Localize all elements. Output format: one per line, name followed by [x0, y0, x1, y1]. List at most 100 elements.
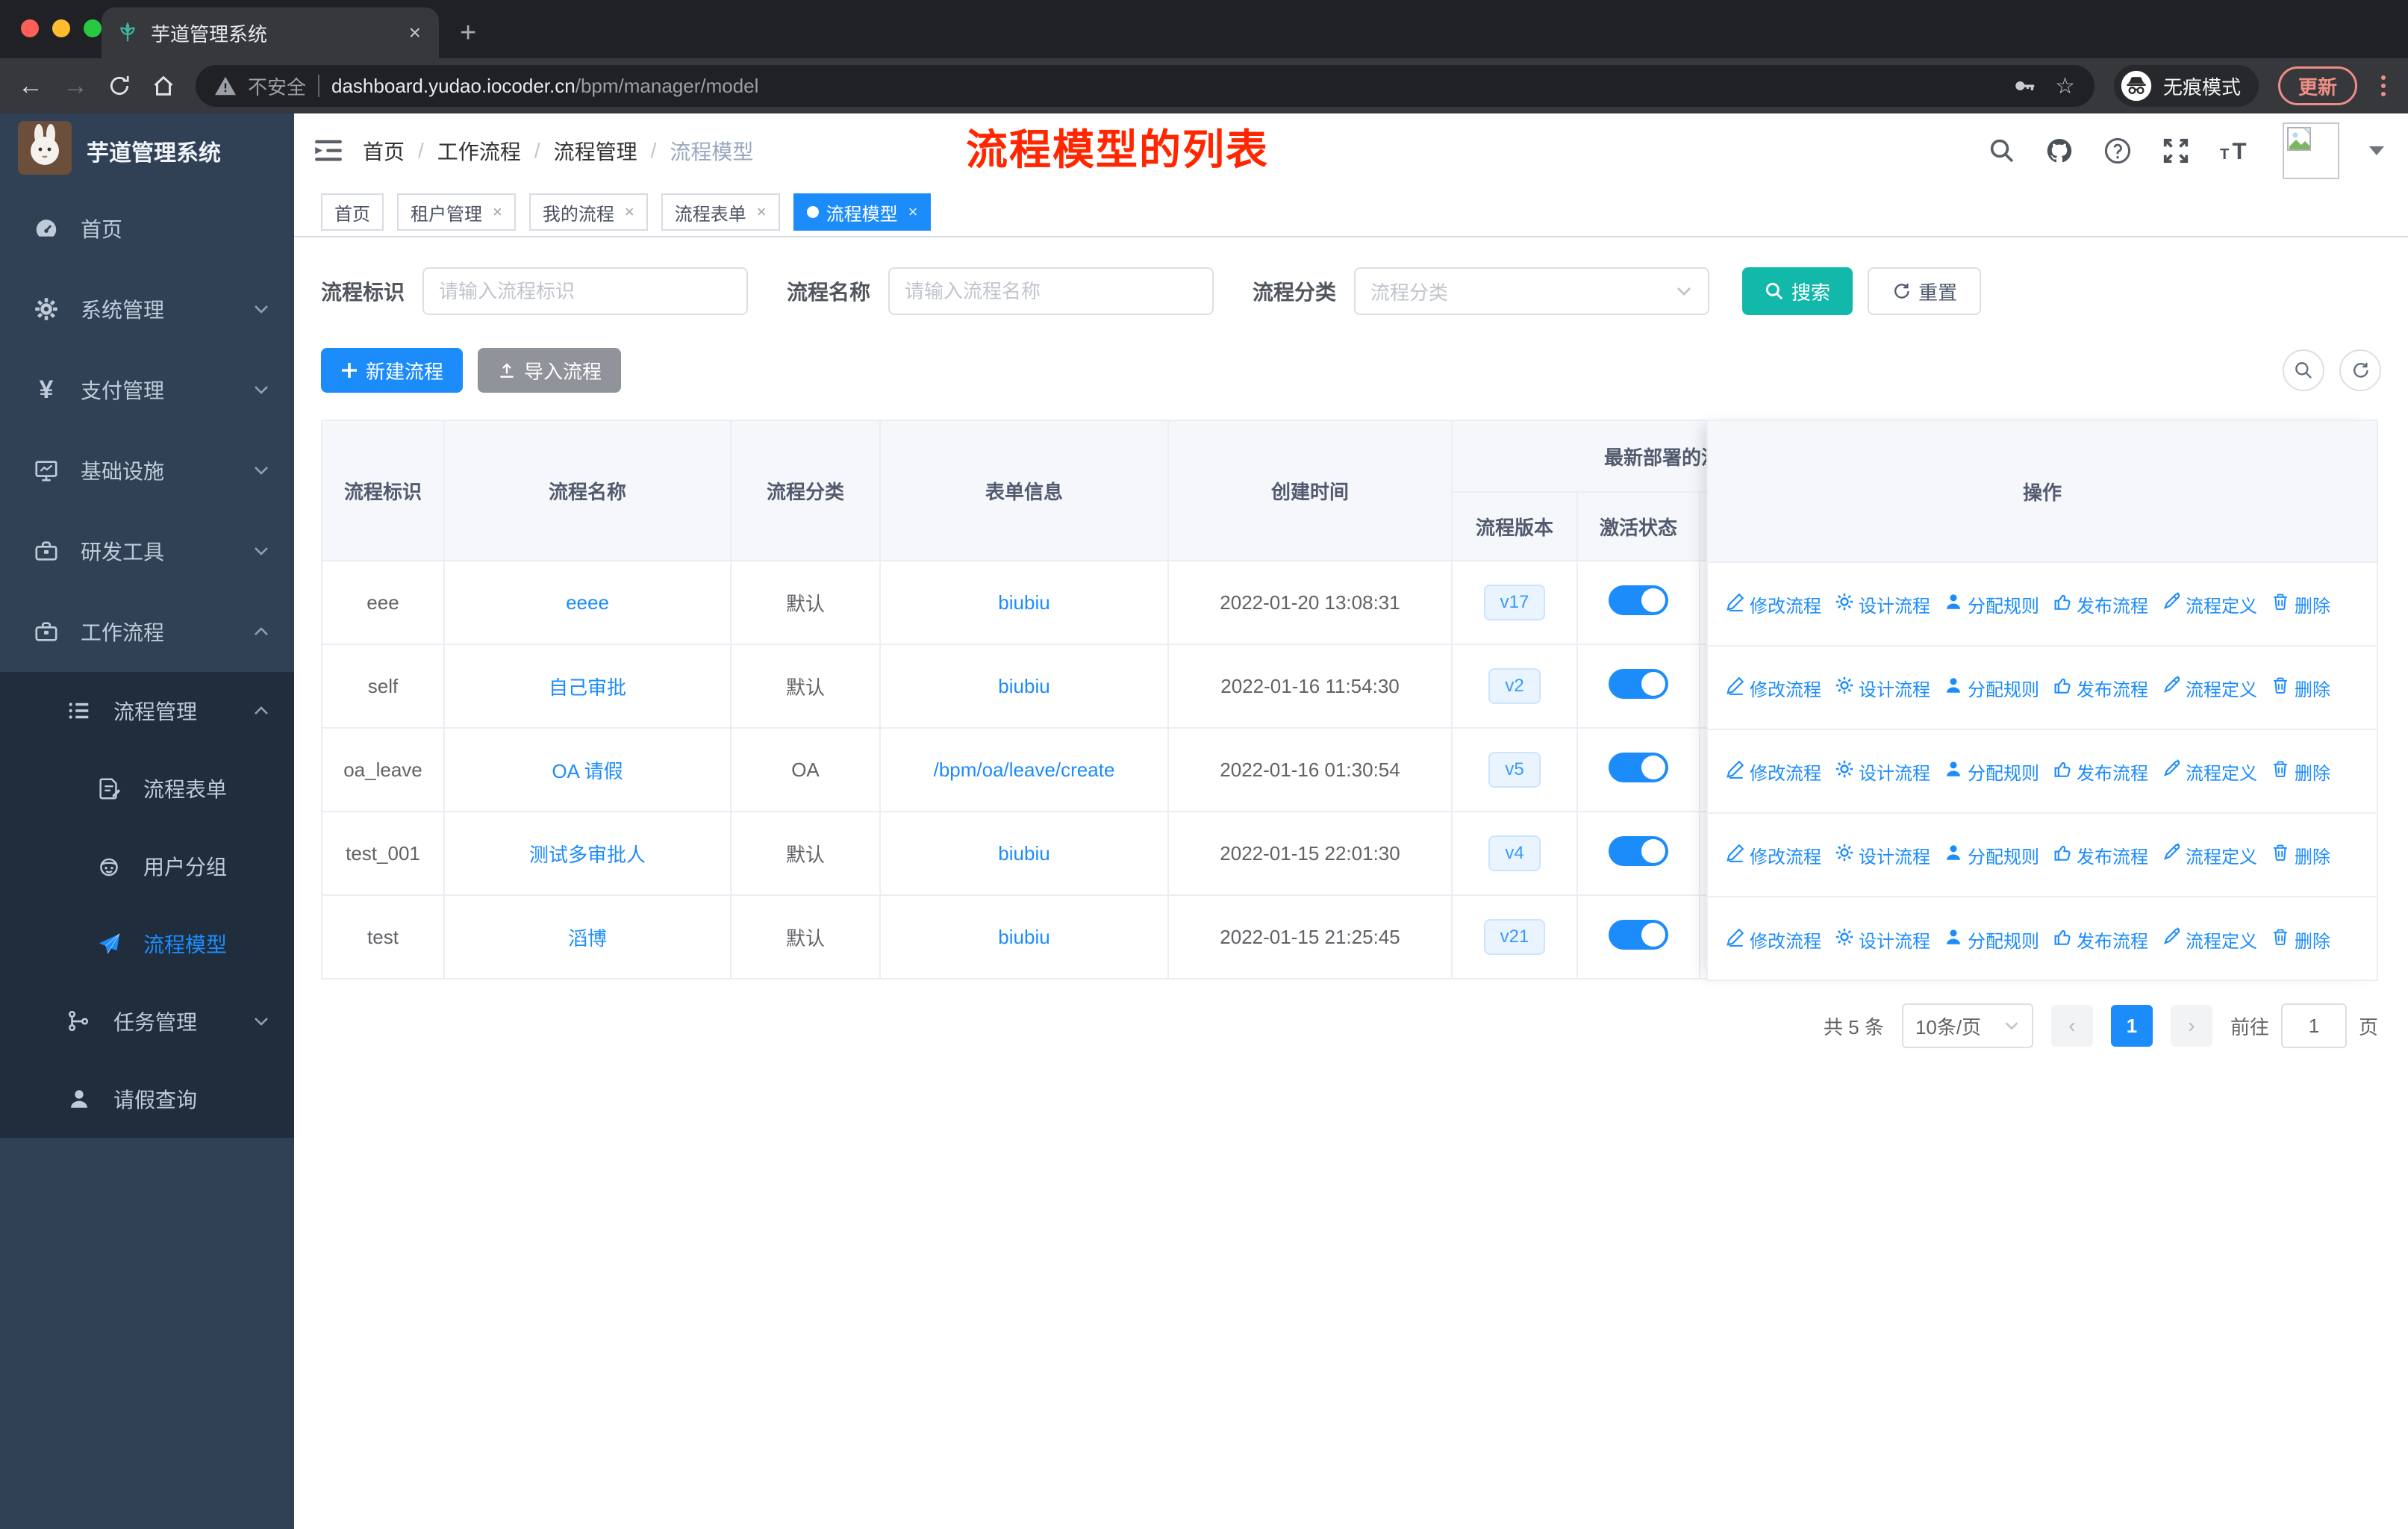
search-icon[interactable]: [1989, 137, 2015, 164]
action-发布流程[interactable]: 发布流程: [2053, 675, 2148, 701]
close-icon[interactable]: ×: [622, 202, 634, 222]
action-流程定义[interactable]: 流程定义: [2162, 842, 2257, 868]
action-分配规则[interactable]: 分配规则: [1944, 842, 2039, 868]
action-分配规则[interactable]: 分配规则: [1944, 675, 2039, 701]
action-删除[interactable]: 删除: [2271, 591, 2330, 617]
goto-page-input[interactable]: [2280, 1003, 2347, 1048]
sidebar-item-基础设施[interactable]: 基础设施: [0, 430, 294, 511]
sidebar-item-流程管理[interactable]: 流程管理: [0, 672, 294, 750]
action-删除[interactable]: 删除: [2271, 675, 2330, 701]
process-name-link[interactable]: OA 请假: [552, 760, 623, 782]
close-window-button[interactable]: [21, 19, 39, 37]
action-分配规则[interactable]: 分配规则: [1944, 759, 2039, 785]
current-page-button[interactable]: 1: [2110, 1005, 2153, 1047]
filter-key-input[interactable]: [422, 267, 749, 315]
form-info-link[interactable]: /bpm/oa/leave/create: [934, 759, 1115, 781]
action-设计流程[interactable]: 设计流程: [1835, 927, 1930, 953]
refresh-table-button[interactable]: [2339, 349, 2381, 391]
action-流程定义[interactable]: 流程定义: [2162, 675, 2257, 701]
action-设计流程[interactable]: 设计流程: [1835, 842, 1930, 868]
action-设计流程[interactable]: 设计流程: [1835, 675, 1930, 701]
bookmark-star-icon[interactable]: ☆: [2055, 73, 2075, 99]
sidebar-item-用户分组[interactable]: 用户分组: [0, 827, 294, 905]
action-设计流程[interactable]: 设计流程: [1835, 591, 1930, 617]
action-发布流程[interactable]: 发布流程: [2053, 842, 2148, 868]
action-设计流程[interactable]: 设计流程: [1835, 759, 1930, 785]
github-icon[interactable]: [2045, 137, 2074, 165]
process-name-link[interactable]: 测试多审批人: [529, 844, 646, 866]
maximize-window-button[interactable]: [84, 19, 102, 37]
sidebar-item-任务管理[interactable]: 任务管理: [0, 983, 294, 1060]
action-修改流程[interactable]: 修改流程: [1726, 759, 1821, 785]
help-icon[interactable]: [2103, 137, 2132, 165]
collapse-sidebar-icon[interactable]: [315, 139, 342, 163]
close-icon[interactable]: ×: [905, 202, 918, 222]
active-toggle[interactable]: [1609, 752, 1668, 782]
tag-流程模型[interactable]: 流程模型 ×: [793, 193, 932, 231]
reset-button[interactable]: 重置: [1868, 267, 1982, 315]
form-info-link[interactable]: biubiu: [998, 926, 1049, 948]
page-size-select[interactable]: 10条/页: [1901, 1003, 2033, 1048]
process-name-link[interactable]: eeee: [566, 591, 609, 614]
breadcrumb-item[interactable]: 流程管理: [554, 136, 637, 166]
action-发布流程[interactable]: 发布流程: [2053, 759, 2148, 785]
tag-流程表单[interactable]: 流程表单 ×: [661, 193, 780, 231]
sidebar-item-支付管理[interactable]: ¥ 支付管理: [0, 349, 294, 430]
tag-租户管理[interactable]: 租户管理 ×: [397, 193, 516, 231]
active-toggle[interactable]: [1609, 668, 1668, 699]
tab-close-icon[interactable]: ×: [406, 21, 424, 45]
form-info-link[interactable]: biubiu: [998, 675, 1049, 697]
breadcrumb-item[interactable]: 工作流程: [437, 136, 521, 166]
process-name-link[interactable]: 滔博: [568, 927, 607, 950]
active-toggle[interactable]: [1609, 585, 1668, 615]
prev-page-button[interactable]: ‹: [2050, 1005, 2093, 1047]
action-发布流程[interactable]: 发布流程: [2053, 927, 2148, 953]
action-修改流程[interactable]: 修改流程: [1726, 842, 1821, 868]
action-流程定义[interactable]: 流程定义: [2162, 591, 2257, 617]
filter-category-select[interactable]: 流程分类: [1354, 267, 1710, 315]
import-process-button[interactable]: 导入流程: [478, 348, 622, 393]
sidebar-item-流程表单[interactable]: 流程表单: [0, 750, 294, 827]
breadcrumb-item[interactable]: 首页: [363, 136, 405, 166]
new-tab-button[interactable]: +: [460, 17, 476, 49]
font-size-icon[interactable]: TT: [2220, 138, 2253, 164]
address-bar[interactable]: 不安全 dashboard.yudao.iocoder.cn/bpm/manag…: [196, 65, 2094, 107]
action-修改流程[interactable]: 修改流程: [1726, 927, 1821, 953]
process-name-link[interactable]: 自己审批: [549, 676, 626, 699]
search-button[interactable]: 搜索: [1742, 267, 1853, 315]
form-info-link[interactable]: biubiu: [998, 591, 1049, 614]
next-page-button[interactable]: ›: [2170, 1005, 2212, 1047]
browser-update-button[interactable]: 更新: [2277, 66, 2357, 105]
action-删除[interactable]: 删除: [2271, 842, 2330, 868]
create-process-button[interactable]: 新建流程: [321, 348, 464, 393]
action-分配规则[interactable]: 分配规则: [1944, 927, 2039, 953]
action-修改流程[interactable]: 修改流程: [1726, 675, 1821, 701]
sidebar-item-研发工具[interactable]: 研发工具: [0, 511, 294, 591]
home-icon[interactable]: [151, 73, 176, 99]
action-流程定义[interactable]: 流程定义: [2162, 759, 2257, 785]
key-icon[interactable]: [2012, 73, 2037, 99]
action-发布流程[interactable]: 发布流程: [2053, 591, 2148, 617]
form-info-link[interactable]: biubiu: [998, 842, 1049, 865]
fullscreen-icon[interactable]: [2162, 137, 2190, 165]
tag-我的流程[interactable]: 我的流程 ×: [528, 193, 648, 231]
browser-menu-icon[interactable]: [2377, 75, 2390, 96]
action-分配规则[interactable]: 分配规则: [1944, 591, 2039, 617]
forward-icon[interactable]: →: [63, 73, 88, 99]
action-删除[interactable]: 删除: [2271, 927, 2330, 953]
sidebar-item-系统管理[interactable]: 系统管理: [0, 269, 294, 349]
sidebar-item-请假查询[interactable]: 请假查询: [0, 1060, 294, 1138]
user-menu-caret-icon[interactable]: [2369, 146, 2384, 155]
close-icon[interactable]: ×: [490, 202, 502, 222]
browser-tab[interactable]: 芋道管理系统 ×: [102, 7, 439, 58]
action-流程定义[interactable]: 流程定义: [2162, 927, 2257, 953]
sidebar-item-流程模型[interactable]: 流程模型: [0, 905, 294, 983]
sidebar-item-首页[interactable]: 首页: [0, 188, 294, 269]
back-icon[interactable]: ←: [18, 73, 43, 99]
action-删除[interactable]: 删除: [2271, 759, 2330, 785]
hide-search-button[interactable]: [2283, 349, 2324, 391]
sidebar-item-工作流程[interactable]: 工作流程: [0, 591, 294, 672]
close-icon[interactable]: ×: [754, 202, 767, 222]
active-toggle[interactable]: [1609, 919, 1668, 950]
action-修改流程[interactable]: 修改流程: [1726, 591, 1821, 617]
